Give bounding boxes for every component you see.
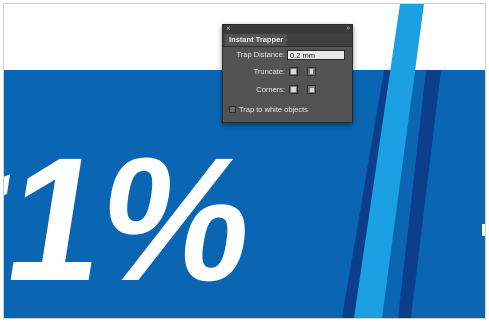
panel-tabbar: Instant Trapper bbox=[223, 34, 352, 47]
instant-trapper-panel: × » Instant Trapper Trap Distance: 0.2 m… bbox=[222, 24, 353, 123]
truncate-row: Truncate: bbox=[223, 66, 352, 78]
corner-icon bbox=[291, 87, 296, 92]
truncate-label: Truncate: bbox=[253, 67, 285, 76]
corners-row: Corners: bbox=[223, 84, 352, 96]
trap-white-checkbox[interactable] bbox=[229, 106, 236, 113]
edge-fragment bbox=[482, 224, 485, 236]
trap-white-label: Trap to white objects bbox=[239, 105, 308, 114]
truncate-icon bbox=[310, 69, 313, 74]
truncate-option-2-button[interactable] bbox=[307, 67, 316, 76]
collapse-icon[interactable]: » bbox=[346, 24, 350, 34]
corners-label: Corners: bbox=[256, 85, 285, 94]
panel-tab-instant-trapper[interactable]: Instant Trapper bbox=[225, 34, 288, 46]
panel-titlebar[interactable]: × » bbox=[223, 24, 352, 34]
trap-white-row: Trap to white objects bbox=[223, 104, 352, 116]
corners-option-1-button[interactable] bbox=[289, 85, 298, 94]
close-icon[interactable]: × bbox=[226, 24, 231, 34]
trap-distance-label: Trap Distance: bbox=[236, 50, 286, 59]
trap-distance-input[interactable]: 0.2 mm bbox=[287, 50, 345, 60]
artwork-text: <1% bbox=[4, 121, 267, 318]
truncate-option-1-button[interactable] bbox=[289, 67, 298, 76]
trap-distance-row: Trap Distance: 0.2 mm bbox=[223, 49, 352, 61]
corner-icon bbox=[309, 87, 314, 92]
corners-option-2-button[interactable] bbox=[307, 85, 316, 94]
truncate-icon bbox=[291, 69, 296, 74]
